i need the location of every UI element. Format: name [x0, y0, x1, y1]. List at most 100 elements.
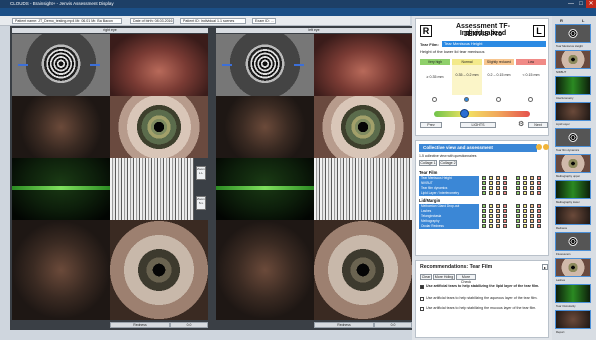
thumbnail-image[interactable] — [555, 102, 591, 121]
grade-checkbox[interactable] — [503, 186, 507, 190]
grade-checkbox[interactable] — [523, 204, 527, 208]
grade-checkbox[interactable] — [516, 224, 520, 228]
grade-checkbox[interactable] — [530, 176, 534, 180]
grade-checkbox[interactable] — [503, 214, 507, 218]
recommendation-checkbox[interactable] — [420, 285, 424, 289]
next-button[interactable]: Next — [528, 122, 548, 128]
thumbnail-image[interactable] — [555, 180, 591, 199]
lights-button[interactable]: LIGHTS — [460, 122, 496, 128]
grade-checkbox[interactable] — [503, 224, 507, 228]
grade-checkbox[interactable] — [489, 191, 493, 195]
grade-checkbox[interactable] — [523, 181, 527, 185]
pin-icon[interactable] — [536, 144, 542, 150]
grade-checkbox[interactable] — [503, 181, 507, 185]
thumbnail-image[interactable] — [555, 258, 591, 277]
grade-checkbox[interactable] — [523, 191, 527, 195]
grade-checkbox[interactable] — [530, 191, 534, 195]
thumbnail-image[interactable] — [555, 24, 591, 43]
redness-overview-left[interactable] — [216, 220, 314, 320]
grade-checkbox[interactable] — [516, 214, 520, 218]
grade-checkbox[interactable] — [537, 176, 541, 180]
grade-checkbox[interactable] — [503, 204, 507, 208]
recommendation-checkbox[interactable] — [420, 307, 424, 311]
grade-checkbox[interactable] — [496, 176, 500, 180]
prev-button[interactable]: Prev — [420, 122, 442, 128]
redness-image-right[interactable] — [110, 220, 208, 320]
grade-checkbox[interactable] — [503, 219, 507, 223]
assessment-row-label[interactable]: Telangiectasia — [419, 214, 479, 219]
grade-checkbox[interactable] — [503, 191, 507, 195]
grade-checkbox[interactable] — [489, 209, 493, 213]
grade-checkbox[interactable] — [496, 181, 500, 185]
grade-checkbox[interactable] — [523, 209, 527, 213]
close-button[interactable]: ✕ — [586, 0, 596, 8]
redness-overview-right[interactable] — [12, 220, 110, 320]
interferometry-left[interactable] — [314, 96, 412, 158]
meibography-left[interactable] — [314, 158, 412, 220]
grade-checkbox[interactable] — [516, 209, 520, 213]
exam-id-field[interactable]: Exam ID: ... — [252, 18, 276, 24]
thumbnail-image[interactable] — [555, 128, 591, 147]
grade-slider-thumb[interactable] — [460, 109, 469, 118]
grade-checkbox[interactable] — [496, 224, 500, 228]
grade-checkbox[interactable] — [523, 176, 527, 180]
assessment-row-label[interactable]: Lashes — [419, 209, 479, 214]
grade-checkbox[interactable] — [496, 191, 500, 195]
lid-image-right[interactable] — [110, 34, 208, 96]
fluorescein-image-left[interactable] — [216, 158, 314, 220]
tab-more-handling[interactable]: More Hdlng — [433, 274, 455, 280]
grade-checkbox[interactable] — [530, 186, 534, 190]
tab-clear[interactable]: Clear — [420, 274, 432, 280]
grade-checkbox[interactable] — [537, 191, 541, 195]
grade-checkbox[interactable] — [482, 186, 486, 190]
grade-checkbox[interactable] — [489, 219, 493, 223]
recommendation-checkbox[interactable] — [420, 297, 424, 301]
grade-checkbox[interactable] — [489, 186, 493, 190]
thumbnail-image[interactable] — [555, 50, 591, 69]
grade-checkbox[interactable] — [537, 209, 541, 213]
grade-checkbox[interactable] — [482, 176, 486, 180]
placido-image-right[interactable] — [12, 34, 110, 96]
grade-checkbox[interactable] — [482, 209, 486, 213]
grade-checkbox[interactable] — [530, 181, 534, 185]
assessment-row-label[interactable]: Meibomian Gland Drop-out — [419, 204, 479, 209]
grade-checkbox[interactable] — [523, 224, 527, 228]
thumbnail-image[interactable] — [555, 154, 591, 173]
thumbnail-image[interactable] — [555, 76, 591, 95]
tab-collage-1[interactable]: Collage 1 — [419, 160, 437, 166]
grade-checkbox[interactable] — [482, 214, 486, 218]
tab-collage-2[interactable]: Collage 2 — [439, 160, 457, 166]
grade-checkbox[interactable] — [489, 214, 493, 218]
eye-overview-left[interactable] — [216, 96, 314, 158]
grade-checkbox[interactable] — [489, 204, 493, 208]
thumbnail-image[interactable] — [555, 232, 591, 251]
patient-name-field[interactable]: Patient name: JT_Demo_testing.mp4 Mr. 06… — [12, 18, 122, 24]
grade-radio[interactable] — [528, 97, 533, 102]
lid-image-left[interactable] — [314, 34, 412, 96]
placido-image-left[interactable] — [216, 34, 314, 96]
grade-checkbox[interactable] — [489, 181, 493, 185]
grade-checkbox[interactable] — [530, 219, 534, 223]
grade-radio[interactable] — [432, 97, 437, 102]
grade-checkbox[interactable] — [503, 209, 507, 213]
grade-checkbox[interactable] — [537, 204, 541, 208]
grade-checkbox[interactable] — [482, 181, 486, 185]
right-eye-selector[interactable]: R — [420, 25, 432, 37]
assessment-row-label[interactable]: Meibography — [419, 219, 479, 224]
assessment-row-label[interactable]: Tear Meniscus Height — [419, 176, 479, 181]
redness-image-left[interactable] — [314, 220, 412, 320]
interferometry-right[interactable] — [110, 96, 208, 158]
grade-checkbox[interactable] — [523, 219, 527, 223]
grade-slider-track[interactable] — [434, 111, 530, 117]
assessment-row-label[interactable]: Lipid Layer / Interferometry — [419, 191, 479, 196]
grade-radio-selected[interactable] — [464, 97, 469, 102]
grade-checkbox[interactable] — [530, 214, 534, 218]
grade-checkbox[interactable] — [537, 224, 541, 228]
grade-checkbox[interactable] — [482, 204, 486, 208]
grade-checkbox[interactable] — [482, 219, 486, 223]
fluorescein-image-right[interactable] — [12, 158, 110, 220]
grade-checkbox[interactable] — [516, 204, 520, 208]
grade-checkbox[interactable] — [530, 209, 534, 213]
date-of-birth-field[interactable]: Date of birth: 08.03.2016 — [130, 18, 174, 24]
thumbnail-image[interactable] — [555, 284, 591, 303]
